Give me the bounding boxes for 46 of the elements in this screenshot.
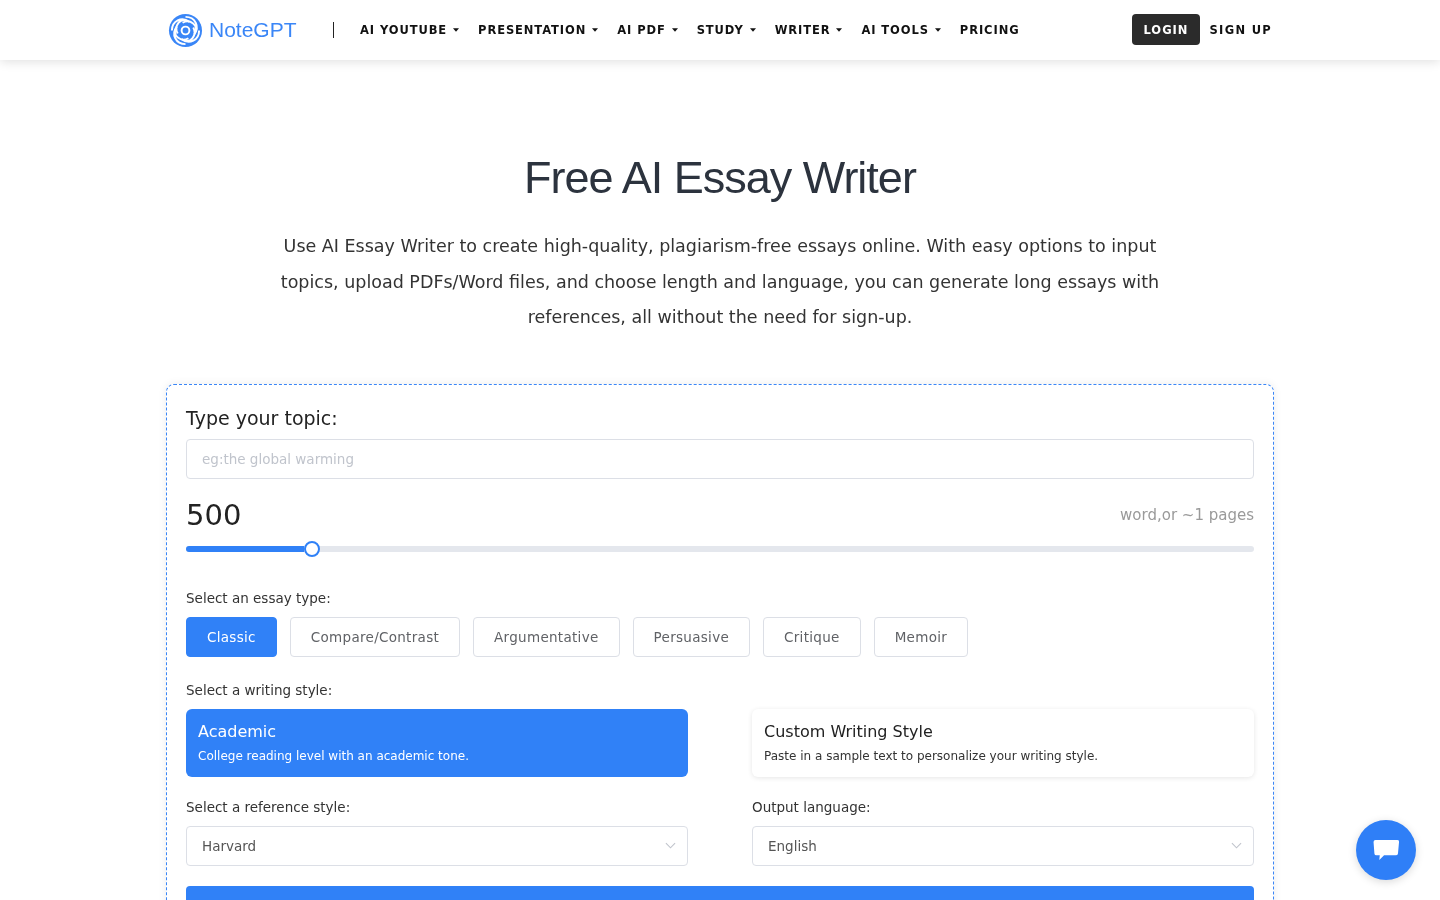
essay-type-button[interactable]: Critique — [763, 616, 861, 657]
writing-style-card[interactable]: Academic College reading level with an academic tone. — [186, 708, 688, 777]
caret-down-icon — [453, 28, 460, 32]
caret-down-icon — [836, 28, 843, 32]
caret-down-icon — [934, 28, 941, 32]
essay-type-label: Select an essay type: — [186, 588, 332, 608]
page-title: Free AI Essay Writer — [524, 151, 916, 205]
nav-menu-item[interactable]: PRESENTATION — [478, 23, 599, 37]
nav-menu-item[interactable]: STUDY — [696, 23, 756, 37]
chat-button[interactable] — [1356, 820, 1416, 880]
login-button[interactable]: LOGIN — [1132, 14, 1200, 45]
essay-type-button[interactable]: Compare/Contrast — [289, 616, 461, 657]
nav-menu-item[interactable]: AI YOUTUBE — [360, 23, 460, 37]
reference-style-label: Select a reference style: — [186, 797, 352, 817]
essay-type-button[interactable]: Persuasive — [632, 616, 751, 657]
word-count-value: 500 — [186, 497, 242, 532]
caret-down-icon — [592, 28, 599, 32]
swirl-logo-icon[interactable] — [168, 12, 203, 48]
style-title: Custom Writing Style — [764, 720, 934, 743]
output-language-select[interactable]: English — [752, 825, 1254, 866]
chevron-down-icon — [1231, 842, 1242, 849]
caret-down-icon — [671, 28, 678, 32]
essay-type-button[interactable]: Memoir — [873, 616, 969, 657]
style-description: Paste in a sample text to personalize your writing style. — [764, 747, 1100, 764]
writing-style-label: Select a writing style: — [186, 680, 334, 700]
essay-type-button[interactable]: Classic — [186, 616, 277, 657]
logo-text[interactable]: NoteGPT — [209, 18, 297, 42]
slider-handle[interactable] — [304, 540, 320, 557]
nav-menu-item[interactable]: WRITER — [774, 23, 843, 37]
style-description: College reading level with an academic tone. — [198, 747, 470, 764]
page-description: Use AI Essay Writer to create high-quality, plagiarism-free essays online. With easy options to input topics, upload PDFs/Word files, and choose length and language, you can generate long essays with references, all without the need for sign-up. — [279, 235, 1161, 329]
word-count-note: word,or ~1 pages — [1120, 505, 1254, 524]
nav-menu-item[interactable]: PRICING — [959, 23, 1020, 37]
topic-input[interactable]: eg:the global warming — [186, 438, 1254, 479]
nav-menu-item[interactable]: AI PDF — [617, 23, 678, 37]
chevron-down-icon — [665, 842, 676, 849]
caret-down-icon — [749, 28, 756, 32]
reference-style-select[interactable]: Harvard — [186, 825, 688, 866]
style-title: Academic — [198, 720, 278, 743]
sign-up-button[interactable]: SIGN UP — [1209, 23, 1272, 37]
speech-bubble-icon — [1371, 838, 1401, 862]
essay-type-button[interactable]: Argumentative — [473, 616, 620, 657]
writing-style-card[interactable]: Custom Writing Style Paste in a sample text to personalize your writing style. — [752, 708, 1254, 777]
nav-menu-item[interactable]: AI TOOLS — [861, 23, 941, 37]
output-language-label: Output language: — [752, 797, 872, 817]
topic-label: Type your topic: — [186, 405, 339, 431]
